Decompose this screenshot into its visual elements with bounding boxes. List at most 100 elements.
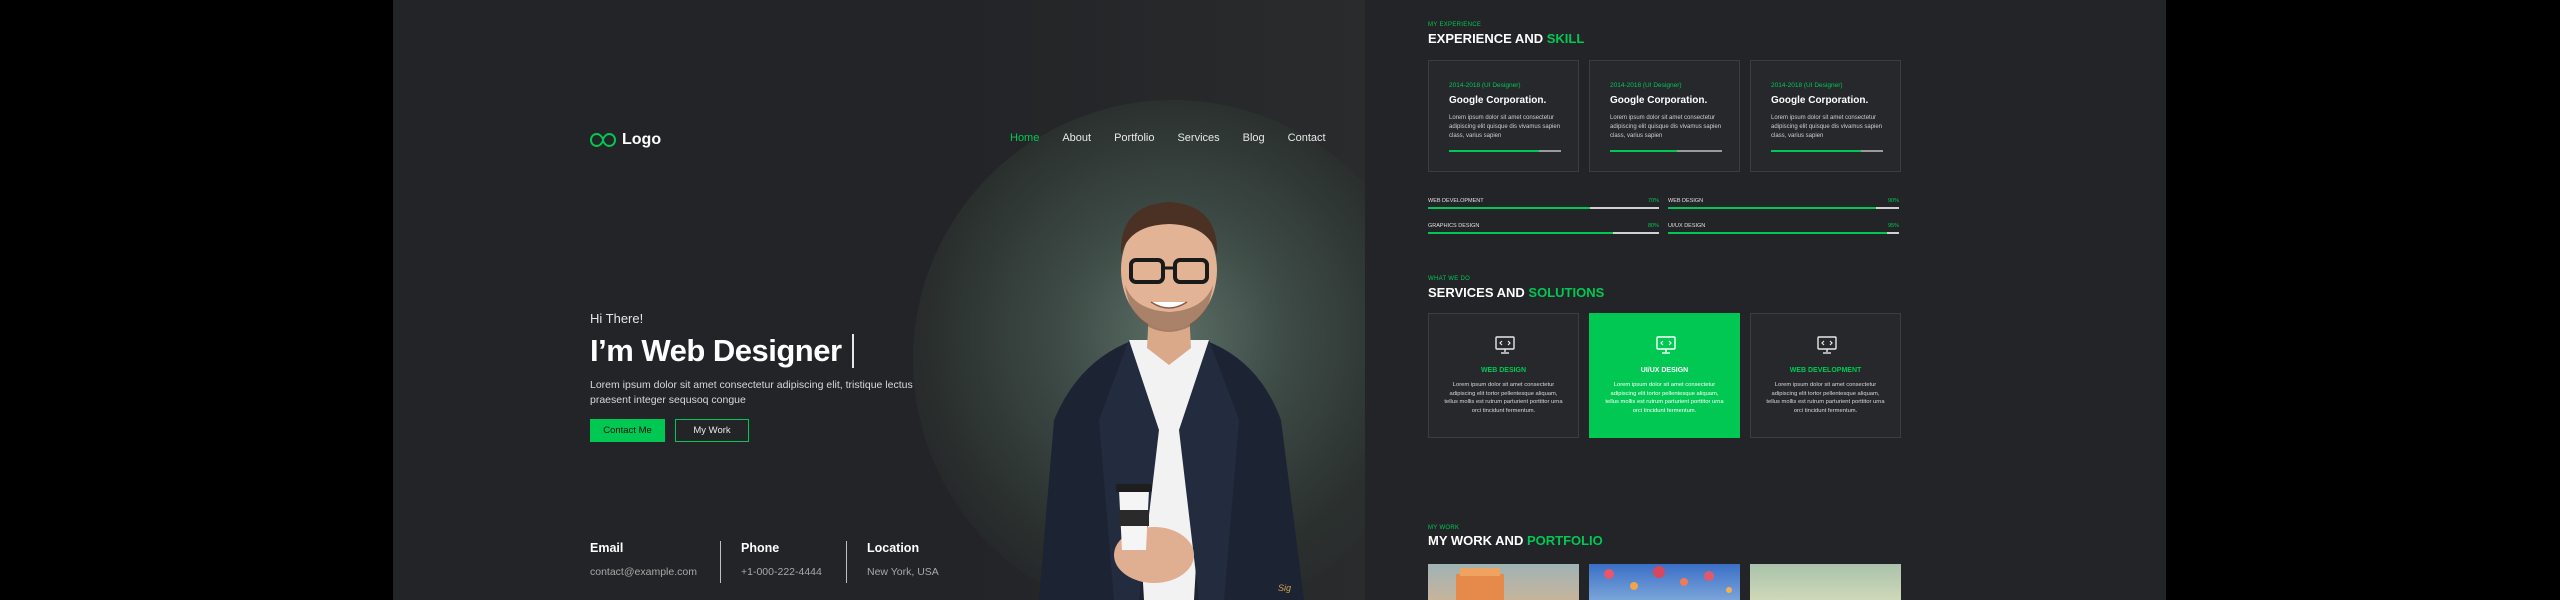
experience-title: EXPERIENCE AND SKILL [1428, 31, 1584, 46]
nav-item-portfolio[interactable]: Portfolio [1114, 132, 1154, 144]
experience-card: 2014-2018 (UI Designer) Google Corporati… [1428, 60, 1579, 172]
skill-fill [1428, 232, 1613, 234]
contact-email-value[interactable]: contact@example.com [590, 566, 697, 578]
experience-company: Google Corporation. [1771, 95, 1869, 106]
experience-title-plain: EXPERIENCE AND [1428, 31, 1547, 46]
skill-web-development: WEB DEVELOPMENT 70% [1428, 198, 1659, 209]
portfolio-image [1456, 568, 1504, 600]
content-panels: MY EXPERIENCE EXPERIENCE AND SKILL 2014-… [1365, 0, 2166, 600]
skill-track [1668, 207, 1899, 209]
designer-portrait [1039, 202, 1304, 600]
work-title: MY WORK AND PORTFOLIO [1428, 533, 1603, 548]
service-name: WEB DEVELOPMENT [1789, 367, 1862, 374]
nav-item-contact[interactable]: Contact [1288, 132, 1326, 144]
experience-date: 2014-2018 (UI Designer) [1449, 82, 1521, 89]
skill-fill [1668, 207, 1876, 209]
experience-progress [1771, 150, 1883, 152]
services-title-highlight: SOLUTIONS [1528, 285, 1605, 300]
experience-company: Google Corporation. [1449, 95, 1547, 106]
experience-desc: Lorem ipsum dolor sit amet consectetur a… [1449, 115, 1561, 139]
contact-email-label: Email [590, 541, 624, 555]
skill-percent: 80% [1647, 223, 1659, 229]
service-desc: Lorem ipsum dolor sit amet consectetur a… [1605, 382, 1724, 414]
nav-item-about[interactable]: About [1062, 132, 1091, 144]
experience-date: 2014-2018 (UI Designer) [1771, 82, 1843, 89]
monitor-icon [1817, 336, 1837, 354]
portfolio-thumbnail[interactable] [1428, 564, 1579, 600]
experience-progress [1449, 150, 1561, 152]
services-title-plain: SERVICES AND [1428, 285, 1529, 300]
contact-me-button[interactable]: Contact Me [590, 419, 665, 442]
skill-fill [1668, 232, 1888, 234]
work-title-highlight: PORTFOLIO [1526, 533, 1603, 548]
contact-divider [720, 541, 721, 583]
contact-location: Location New York, USA [867, 541, 939, 578]
monitor-icon [1656, 336, 1676, 354]
experience-desc: Lorem ipsum dolor sit amet consectetur a… [1771, 115, 1883, 139]
hero-greeting: Hi There! [590, 311, 644, 326]
experience-progress [1610, 150, 1722, 152]
service-desc: Lorem ipsum dolor sit amet consectetur a… [1444, 382, 1563, 414]
skill-percent: 95% [1887, 223, 1899, 229]
skill-name: GRAPHICS DESIGN [1428, 223, 1480, 229]
work-kicker: MY WORK [1428, 525, 1460, 531]
experience-title-highlight: SKILL [1546, 31, 1585, 46]
nav-item-home[interactable]: Home [1010, 132, 1039, 144]
work-title-plain: MY WORK AND [1428, 533, 1527, 548]
page: Logo Home About Portfolio Services Blog … [393, 0, 2166, 600]
skill-name: WEB DESIGN [1668, 198, 1704, 204]
contact-divider [846, 541, 847, 583]
logo-icon [590, 133, 616, 147]
logo-text: Logo [622, 131, 662, 148]
skill-track [1668, 232, 1899, 234]
skill-percent: 90% [1887, 198, 1899, 204]
experience-progress-fill [1771, 150, 1861, 152]
logo[interactable]: Logo [590, 131, 661, 149]
experience-date: 2014-2018 (UI Designer) [1610, 82, 1682, 89]
experience-company: Google Corporation. [1610, 95, 1708, 106]
services-kicker: WHAT WE DO [1428, 276, 1471, 282]
service-name: WEB DESIGN [1480, 367, 1527, 374]
hero-intro: Lorem ipsum dolor sit amet consectetur a… [590, 379, 913, 406]
experience-progress-fill [1449, 150, 1539, 152]
nav-item-blog[interactable]: Blog [1243, 132, 1265, 144]
contact-location-value: New York, USA [867, 566, 939, 578]
skill-uiux-design: UI/UX DESIGN 95% [1668, 223, 1899, 234]
skill-name: UI/UX DESIGN [1668, 223, 1706, 229]
skill-percent: 70% [1647, 198, 1659, 204]
portfolio-thumbnail[interactable] [1589, 564, 1740, 600]
experience-kicker: MY EXPERIENCE [1428, 22, 1482, 28]
service-card-web-design[interactable]: WEB DESIGN Lorem ipsum dolor sit amet co… [1428, 313, 1579, 438]
skill-web-design: WEB DESIGN 90% [1668, 198, 1899, 209]
hero-headline: I’m Web Designer [590, 333, 854, 369]
service-card-web-development[interactable]: WEB DEVELOPMENT Lorem ipsum dolor sit am… [1750, 313, 1901, 438]
service-desc: Lorem ipsum dolor sit amet consectetur a… [1766, 382, 1885, 414]
monitor-icon [1495, 336, 1515, 354]
portfolio-thumbnail[interactable] [1750, 564, 1901, 600]
skill-track [1428, 207, 1659, 209]
skill-track [1428, 232, 1659, 234]
services-title: SERVICES AND SOLUTIONS [1428, 285, 1604, 300]
my-work-button[interactable]: My Work [675, 419, 749, 442]
contact-phone-label: Phone [741, 541, 780, 555]
signature: Sig [1278, 583, 1292, 593]
contact-phone: Phone +1-000-222-4444 [741, 541, 822, 578]
typing-caret [851, 334, 854, 368]
hero-headline-text: I’m Web Designer [590, 333, 842, 368]
service-name: UI/UX DESIGN [1640, 367, 1689, 374]
main-nav: Home About Portfolio Services Blog Conta… [1010, 132, 1326, 144]
service-card-uiux-design[interactable]: UI/UX DESIGN Lorem ipsum dolor sit amet … [1589, 313, 1740, 438]
hero-section: Logo Home About Portfolio Services Blog … [393, 0, 1365, 600]
experience-card: 2014-2018 (UI Designer) Google Corporati… [1750, 60, 1901, 172]
skill-graphics-design: GRAPHICS DESIGN 80% [1428, 223, 1659, 234]
contact-location-label: Location [867, 541, 920, 555]
contact-phone-value[interactable]: +1-000-222-4444 [741, 566, 822, 578]
skill-fill [1428, 207, 1590, 209]
experience-card: 2014-2018 (UI Designer) Google Corporati… [1589, 60, 1740, 172]
experience-progress-fill [1610, 150, 1678, 152]
skill-name: WEB DEVELOPMENT [1428, 198, 1484, 204]
portfolio-image [1604, 566, 1732, 593]
experience-desc: Lorem ipsum dolor sit amet consectetur a… [1610, 115, 1722, 139]
contact-email: Email contact@example.com [590, 541, 697, 578]
nav-item-services[interactable]: Services [1177, 132, 1219, 144]
